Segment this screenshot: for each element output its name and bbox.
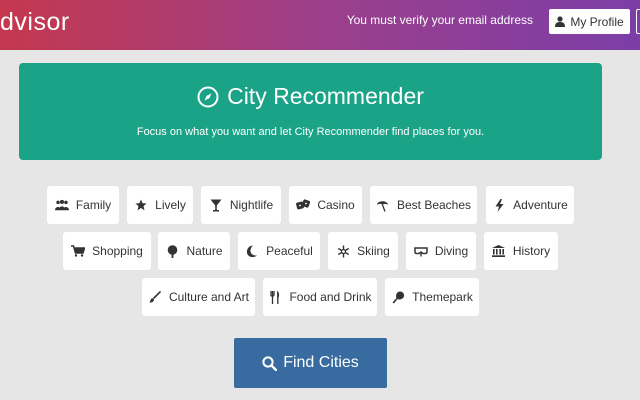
- category-themepark-button[interactable]: Themepark: [385, 278, 479, 316]
- find-cities-button[interactable]: Find Cities: [234, 338, 387, 388]
- category-label: History: [512, 244, 551, 258]
- category-culture-and-art-button[interactable]: Culture and Art: [142, 278, 255, 316]
- balloon-icon: [391, 290, 405, 304]
- top-navbar: dvisor You must verify your email addres…: [0, 0, 640, 50]
- category-label: Adventure: [513, 198, 568, 212]
- page-title: City Recommender: [19, 83, 602, 110]
- category-label: Lively: [155, 198, 186, 212]
- category-history-button[interactable]: History: [484, 232, 558, 270]
- star-icon: [134, 198, 148, 212]
- category-label: Casino: [317, 198, 355, 212]
- cocktail-icon: [209, 198, 223, 212]
- navbar-extra-button[interactable]: [636, 9, 640, 34]
- category-label: Best Beaches: [396, 198, 472, 212]
- museum-icon: [492, 244, 506, 258]
- snowflake-icon: [336, 244, 350, 258]
- category-label: Shopping: [92, 244, 143, 258]
- category-shopping-button[interactable]: Shopping: [63, 232, 151, 270]
- category-label: Family: [75, 198, 112, 212]
- category-family-button[interactable]: Family: [47, 186, 119, 224]
- umbrella-icon: [376, 198, 390, 212]
- family-icon: [54, 198, 69, 212]
- moon-icon: [245, 244, 259, 258]
- user-icon: [555, 16, 566, 27]
- verify-email-notice[interactable]: You must verify your email address: [347, 13, 533, 27]
- category-nature-button[interactable]: Nature: [158, 232, 230, 270]
- category-label: Peaceful: [266, 244, 313, 258]
- bolt-icon: [492, 198, 506, 212]
- diving-mask-icon: [414, 244, 428, 258]
- hero-panel: City Recommender Focus on what you want …: [19, 63, 602, 160]
- category-casino-button[interactable]: Casino: [289, 186, 362, 224]
- tree-icon: [165, 244, 179, 258]
- category-label: Diving: [434, 244, 469, 258]
- category-nightlife-button[interactable]: Nightlife: [201, 186, 281, 224]
- brand-logo[interactable]: dvisor: [0, 8, 70, 37]
- hero-subtitle: Focus on what you want and let City Reco…: [136, 126, 485, 138]
- cart-icon: [71, 244, 86, 258]
- category-food-and-drink-button[interactable]: Food and Drink: [263, 278, 377, 316]
- category-label: Nature: [186, 244, 223, 258]
- category-diving-button[interactable]: Diving: [406, 232, 476, 270]
- category-label: Themepark: [412, 290, 473, 304]
- category-label: Nightlife: [229, 198, 274, 212]
- category-skiing-button[interactable]: Skiing: [328, 232, 398, 270]
- category-best-beaches-button[interactable]: Best Beaches: [370, 186, 477, 224]
- compass-icon: [197, 86, 219, 107]
- category-peaceful-button[interactable]: Peaceful: [238, 232, 320, 270]
- brush-icon: [148, 290, 162, 304]
- dice-icon: [296, 198, 311, 212]
- category-label: Culture and Art: [168, 290, 250, 304]
- category-label: Skiing: [357, 244, 390, 258]
- category-adventure-button[interactable]: Adventure: [486, 186, 574, 224]
- hero-title-text: City Recommender: [227, 83, 424, 109]
- find-cities-label: Find Cities: [283, 354, 359, 371]
- my-profile-button[interactable]: My Profile: [549, 9, 630, 34]
- cutlery-icon: [268, 290, 282, 304]
- category-lively-button[interactable]: Lively: [127, 186, 193, 224]
- search-icon: [262, 355, 278, 371]
- category-label: Food and Drink: [289, 290, 372, 304]
- my-profile-label: My Profile: [570, 14, 624, 29]
